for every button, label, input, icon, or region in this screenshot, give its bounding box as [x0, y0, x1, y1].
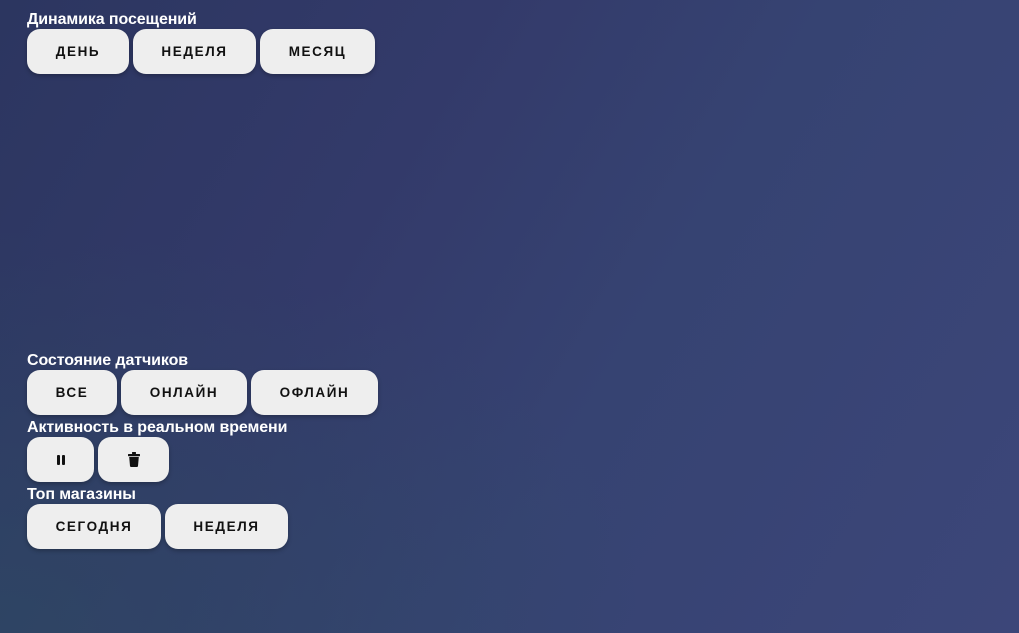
sensors-filter-buttons: Все Онлайн Офлайн	[27, 370, 378, 415]
visits-week-button[interactable]: Неделя	[133, 29, 256, 74]
visits-title: Динамика посещений	[27, 11, 197, 28]
top-stores-title: Топ магазины	[27, 486, 136, 503]
pause-icon	[56, 454, 65, 465]
sensors-online-button[interactable]: Онлайн	[121, 370, 247, 415]
trash-icon	[127, 452, 140, 467]
activity-control-buttons	[27, 437, 169, 482]
activity-title: Активность в реальном времени	[27, 419, 288, 436]
visits-month-button[interactable]: Месяц	[260, 29, 375, 74]
top-stores-today-button[interactable]: Сегодня	[27, 504, 161, 549]
pause-button[interactable]	[27, 437, 94, 482]
top-stores-week-button[interactable]: Неделя	[165, 504, 288, 549]
visits-period-buttons: День Неделя Месяц	[27, 29, 375, 74]
sensors-title: Состояние датчиков	[27, 352, 189, 369]
sensors-all-button[interactable]: Все	[27, 370, 117, 415]
top-stores-period-buttons: Сегодня Неделя	[27, 504, 288, 549]
visits-day-button[interactable]: День	[27, 29, 129, 74]
sensors-offline-button[interactable]: Офлайн	[251, 370, 378, 415]
clear-button[interactable]	[98, 437, 169, 482]
